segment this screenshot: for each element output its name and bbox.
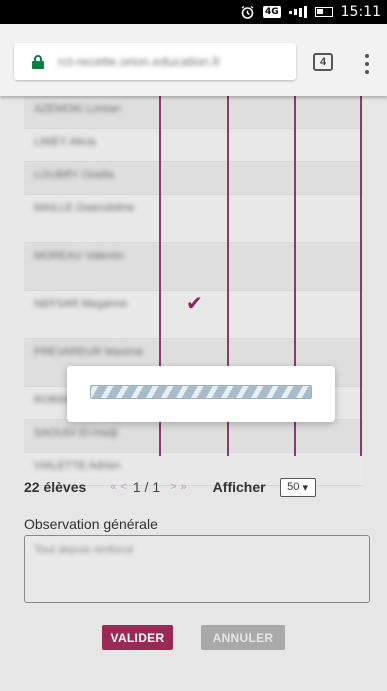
observation-textarea[interactable]: Tout depuis renforcé (24, 535, 370, 603)
first-page-icon[interactable]: « (110, 481, 116, 493)
validate-button[interactable]: VALIDER (102, 625, 173, 650)
student-name: LIMEY Alicia (34, 136, 96, 148)
prev-page-icon[interactable]: < (120, 481, 126, 493)
battery-icon (314, 7, 333, 17)
signal-icon (288, 6, 307, 18)
tab-switcher-button[interactable]: 4 (313, 53, 333, 71)
cancel-button[interactable]: ANNULER (201, 625, 285, 650)
observation-label: Observation générale (24, 516, 158, 532)
table-row[interactable]: MAILLE Gwendoline (24, 195, 363, 243)
browser-toolbar: rct-recette.orion.education.fr 4 (0, 24, 387, 96)
url-text[interactable]: rct-recette.orion.education.fr (58, 54, 288, 69)
table-row[interactable]: SAOUDI El-Hadji (24, 420, 363, 453)
checkmark-icon[interactable]: ✔ (186, 291, 203, 315)
table-row[interactable]: LOUBRY Onella (24, 162, 363, 195)
pagination-bar: 22 élèves « < 1 / 1 > » Afficher 50 ▾ (24, 474, 363, 500)
table-row[interactable]: AZEMOKI Lorean (24, 96, 363, 129)
loading-dialog (67, 366, 335, 422)
next-page-icon[interactable]: > (170, 481, 176, 493)
alarm-icon (240, 5, 255, 20)
clock: 15:11 (340, 4, 381, 20)
table-row[interactable]: LIMEY Alicia (24, 129, 363, 162)
status-bar: 4G 15:11 (0, 0, 387, 24)
per-page-label: Afficher (212, 479, 266, 495)
lock-icon (32, 54, 44, 69)
loading-progress-bar (90, 385, 312, 399)
network-type-badge: 4G (262, 6, 281, 18)
last-page-icon[interactable]: » (181, 481, 187, 493)
student-name: MAILLE Gwendoline (34, 202, 135, 214)
student-name: AZEMOKI Lorean (34, 103, 121, 115)
page-content: AZEMOKI Lorean LIMEY Alicia LOUBRY Onell… (0, 96, 387, 691)
address-bar[interactable]: rct-recette.orion.education.fr (14, 43, 296, 80)
table-row[interactable]: MOREAU Valentin (24, 243, 363, 291)
column-divider (360, 96, 362, 456)
page-indicator: 1 / 1 (132, 479, 161, 495)
observation-text: Tout depuis renforcé (34, 544, 134, 556)
student-name: VIALETTE Adrien (34, 460, 121, 472)
student-name: SAOUDI El-Hadji (34, 427, 118, 439)
student-name: NEFSAR Meganne (34, 298, 128, 310)
student-count: 22 élèves (24, 479, 87, 495)
dropdown-arrow-icon: ▾ (302, 481, 308, 494)
per-page-select[interactable]: 50 ▾ (279, 477, 316, 497)
student-name: MOREAU Valentin (34, 250, 125, 262)
overflow-menu-icon[interactable] (364, 54, 370, 74)
student-name: PREVAREUR Maxime (34, 346, 144, 358)
per-page-value: 50 (287, 481, 300, 493)
student-name: LOUBRY Onella (34, 169, 114, 181)
